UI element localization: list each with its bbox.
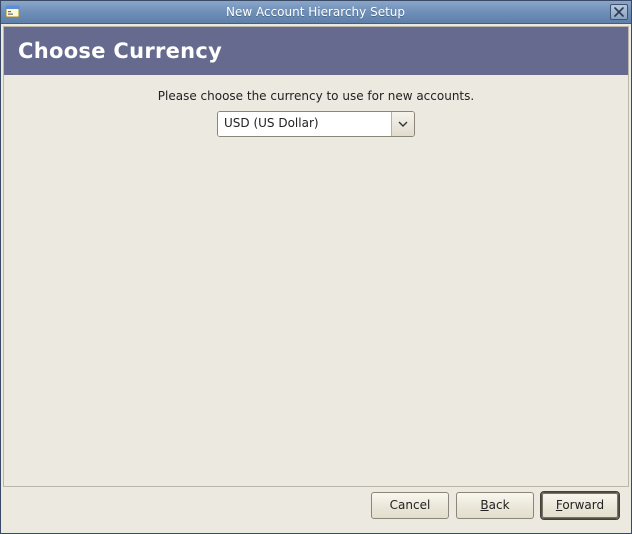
wizard-body: Please choose the currency to use for ne… <box>4 75 628 486</box>
window-frame: New Account Hierarchy Setup Choose Curre… <box>0 0 632 534</box>
back-mnemonic: B <box>480 498 488 512</box>
wizard-header: Choose Currency <box>4 27 628 75</box>
back-rest: ack <box>489 498 510 512</box>
app-icon <box>5 4 21 20</box>
forward-rest: orward <box>562 498 604 512</box>
cancel-button-label: Cancel <box>390 498 431 512</box>
close-icon <box>614 7 624 17</box>
cancel-button[interactable]: Cancel <box>371 492 449 519</box>
currency-combobox[interactable]: USD (US Dollar) <box>217 111 415 137</box>
chevron-down-icon <box>398 119 408 129</box>
wizard-button-row: Cancel Back Forward <box>3 487 629 531</box>
currency-dropdown-button[interactable] <box>392 112 414 136</box>
window-close-button[interactable] <box>610 4 628 20</box>
page-title: Choose Currency <box>18 39 222 63</box>
forward-button-label: Forward <box>556 498 604 512</box>
titlebar[interactable]: New Account Hierarchy Setup <box>1 1 631 24</box>
instruction-text: Please choose the currency to use for ne… <box>158 89 474 103</box>
back-button[interactable]: Back <box>456 492 534 519</box>
wizard-panel: Choose Currency Please choose the curren… <box>3 26 629 487</box>
client-area: Choose Currency Please choose the curren… <box>1 24 631 533</box>
window-title: New Account Hierarchy Setup <box>25 5 610 19</box>
forward-button[interactable]: Forward <box>541 492 619 519</box>
currency-selected-value: USD (US Dollar) <box>218 112 392 136</box>
back-button-label: Back <box>480 498 509 512</box>
